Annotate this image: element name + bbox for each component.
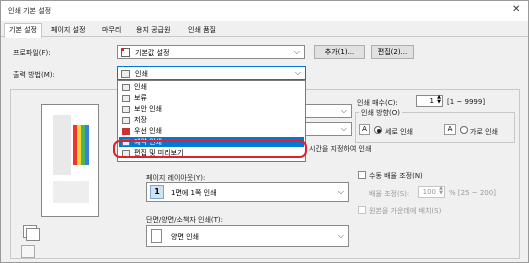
spin-updown-icon[interactable]: ▲ ▼: [437, 95, 441, 105]
hold-icon: [122, 95, 130, 102]
page-small-icon: [21, 245, 35, 258]
chevron-down-icon: ⌵: [294, 68, 301, 77]
preview-footer-block: [53, 181, 89, 203]
scheduled-print-hint: 시간을 지정하여 인쇄: [309, 145, 372, 153]
dropdown-item-secure-print[interactable]: 보안 인쇄: [119, 104, 304, 114]
close-icon[interactable]: ✕: [512, 4, 520, 15]
edit-profile-button[interactable]: 편집(2)...: [371, 45, 414, 59]
landscape-radio[interactable]: [460, 126, 468, 134]
duplex-value: 양면 인쇄: [171, 233, 199, 241]
dropdown-item-print[interactable]: 인쇄: [119, 82, 304, 92]
tab-paper-source[interactable]: 용지 공급원: [136, 25, 170, 35]
priority-icon: [122, 128, 130, 135]
dropdown-item-priority-print[interactable]: 우선 인쇄: [119, 126, 304, 136]
duplex-select[interactable]: 양면 인쇄 ⌵: [146, 225, 349, 247]
output-method-label: 출력 방법(M):: [13, 71, 55, 79]
portrait-label: 세로 인쇄: [385, 128, 413, 136]
page-preview: [41, 104, 99, 217]
add-profile-button[interactable]: 추가(1)...: [314, 45, 365, 59]
landscape-label: 가로 인쇄: [470, 128, 498, 136]
chevron-down-icon: ⌵: [340, 106, 347, 115]
scaling-value: 100: [422, 188, 436, 196]
output-method-value: 인쇄: [135, 70, 148, 78]
duplex-icon: [151, 229, 162, 243]
tab-basic-settings[interactable]: 기본 설정: [4, 23, 42, 38]
scaling-input[interactable]: 100 ▲ ▼: [418, 186, 445, 198]
chevron-down-icon: ⌵: [340, 124, 347, 133]
copies-input[interactable]: 1 ▲ ▼: [416, 95, 443, 107]
chevron-down-icon: ⌵: [293, 47, 300, 56]
printer-icon: [122, 84, 130, 91]
portrait-icon: A: [359, 124, 370, 135]
printer-icon: [121, 70, 130, 78]
scaling-range: % [25 ~ 200]: [449, 189, 496, 197]
profile-select[interactable]: 기본값 설정 ⌵: [117, 45, 305, 59]
manual-scaling-checkbox[interactable]: [358, 171, 366, 179]
manual-scaling-label: 수동 배율 조정(N): [369, 172, 423, 180]
page-layout-icon: 1: [150, 185, 164, 199]
store-icon: [122, 117, 130, 124]
selection-highlight-annotation: [113, 140, 307, 158]
title-bar: [1, 1, 528, 21]
lock-icon: [122, 106, 130, 113]
preview-text-block: [53, 115, 71, 175]
tab-finishing[interactable]: 마무리: [102, 25, 121, 35]
copies-value: 1: [429, 97, 434, 105]
profile-value: 기본값 설정: [135, 49, 170, 57]
tab-page-setup[interactable]: 페이지 설정: [51, 25, 85, 35]
chevron-down-icon: ⌵: [337, 231, 344, 240]
tab-print-quality[interactable]: 인쇄 품질: [188, 25, 216, 35]
preview-color-bar-blue: [85, 125, 89, 165]
dropdown-item-hold[interactable]: 보류: [119, 93, 304, 103]
print-preferences-dialog: 인쇄 기본 설정 ✕ 기본 설정 페이지 설정 마무리 용지 공급원 인쇄 품질…: [0, 0, 529, 263]
duplex-label: 단면/양면/소책자 인쇄(T):: [146, 216, 223, 224]
spin-updown-icon[interactable]: ▲ ▼: [439, 186, 443, 196]
window-title: 인쇄 기본 설정: [8, 7, 52, 15]
profile-label: 프로파일(F):: [13, 49, 51, 57]
page-stack-icon: [26, 228, 40, 241]
chevron-down-icon: ⌵: [337, 187, 344, 196]
portrait-radio[interactable]: [374, 126, 382, 134]
profile-flag-icon: [121, 48, 124, 51]
copies-label: 인쇄 매수(C):: [357, 99, 398, 107]
page-layout-value: 1면에 1쪽 인쇄: [171, 189, 217, 197]
page-layout-select[interactable]: 1 1면에 1쪽 인쇄 ⌵: [146, 182, 349, 202]
copies-range: [1 ~ 9999]: [447, 98, 486, 106]
dropdown-item-store[interactable]: 저장: [119, 115, 304, 125]
center-on-page-checkbox[interactable]: [358, 206, 366, 214]
landscape-icon: A: [444, 124, 456, 135]
scaling-label: 배율 조정(S):: [369, 190, 410, 198]
center-on-page-label: 원본을 가운데에 배치(S): [369, 207, 442, 215]
output-method-select[interactable]: 인쇄 ⌵: [117, 66, 306, 80]
orientation-label: 인쇄 방향(O): [359, 108, 402, 118]
